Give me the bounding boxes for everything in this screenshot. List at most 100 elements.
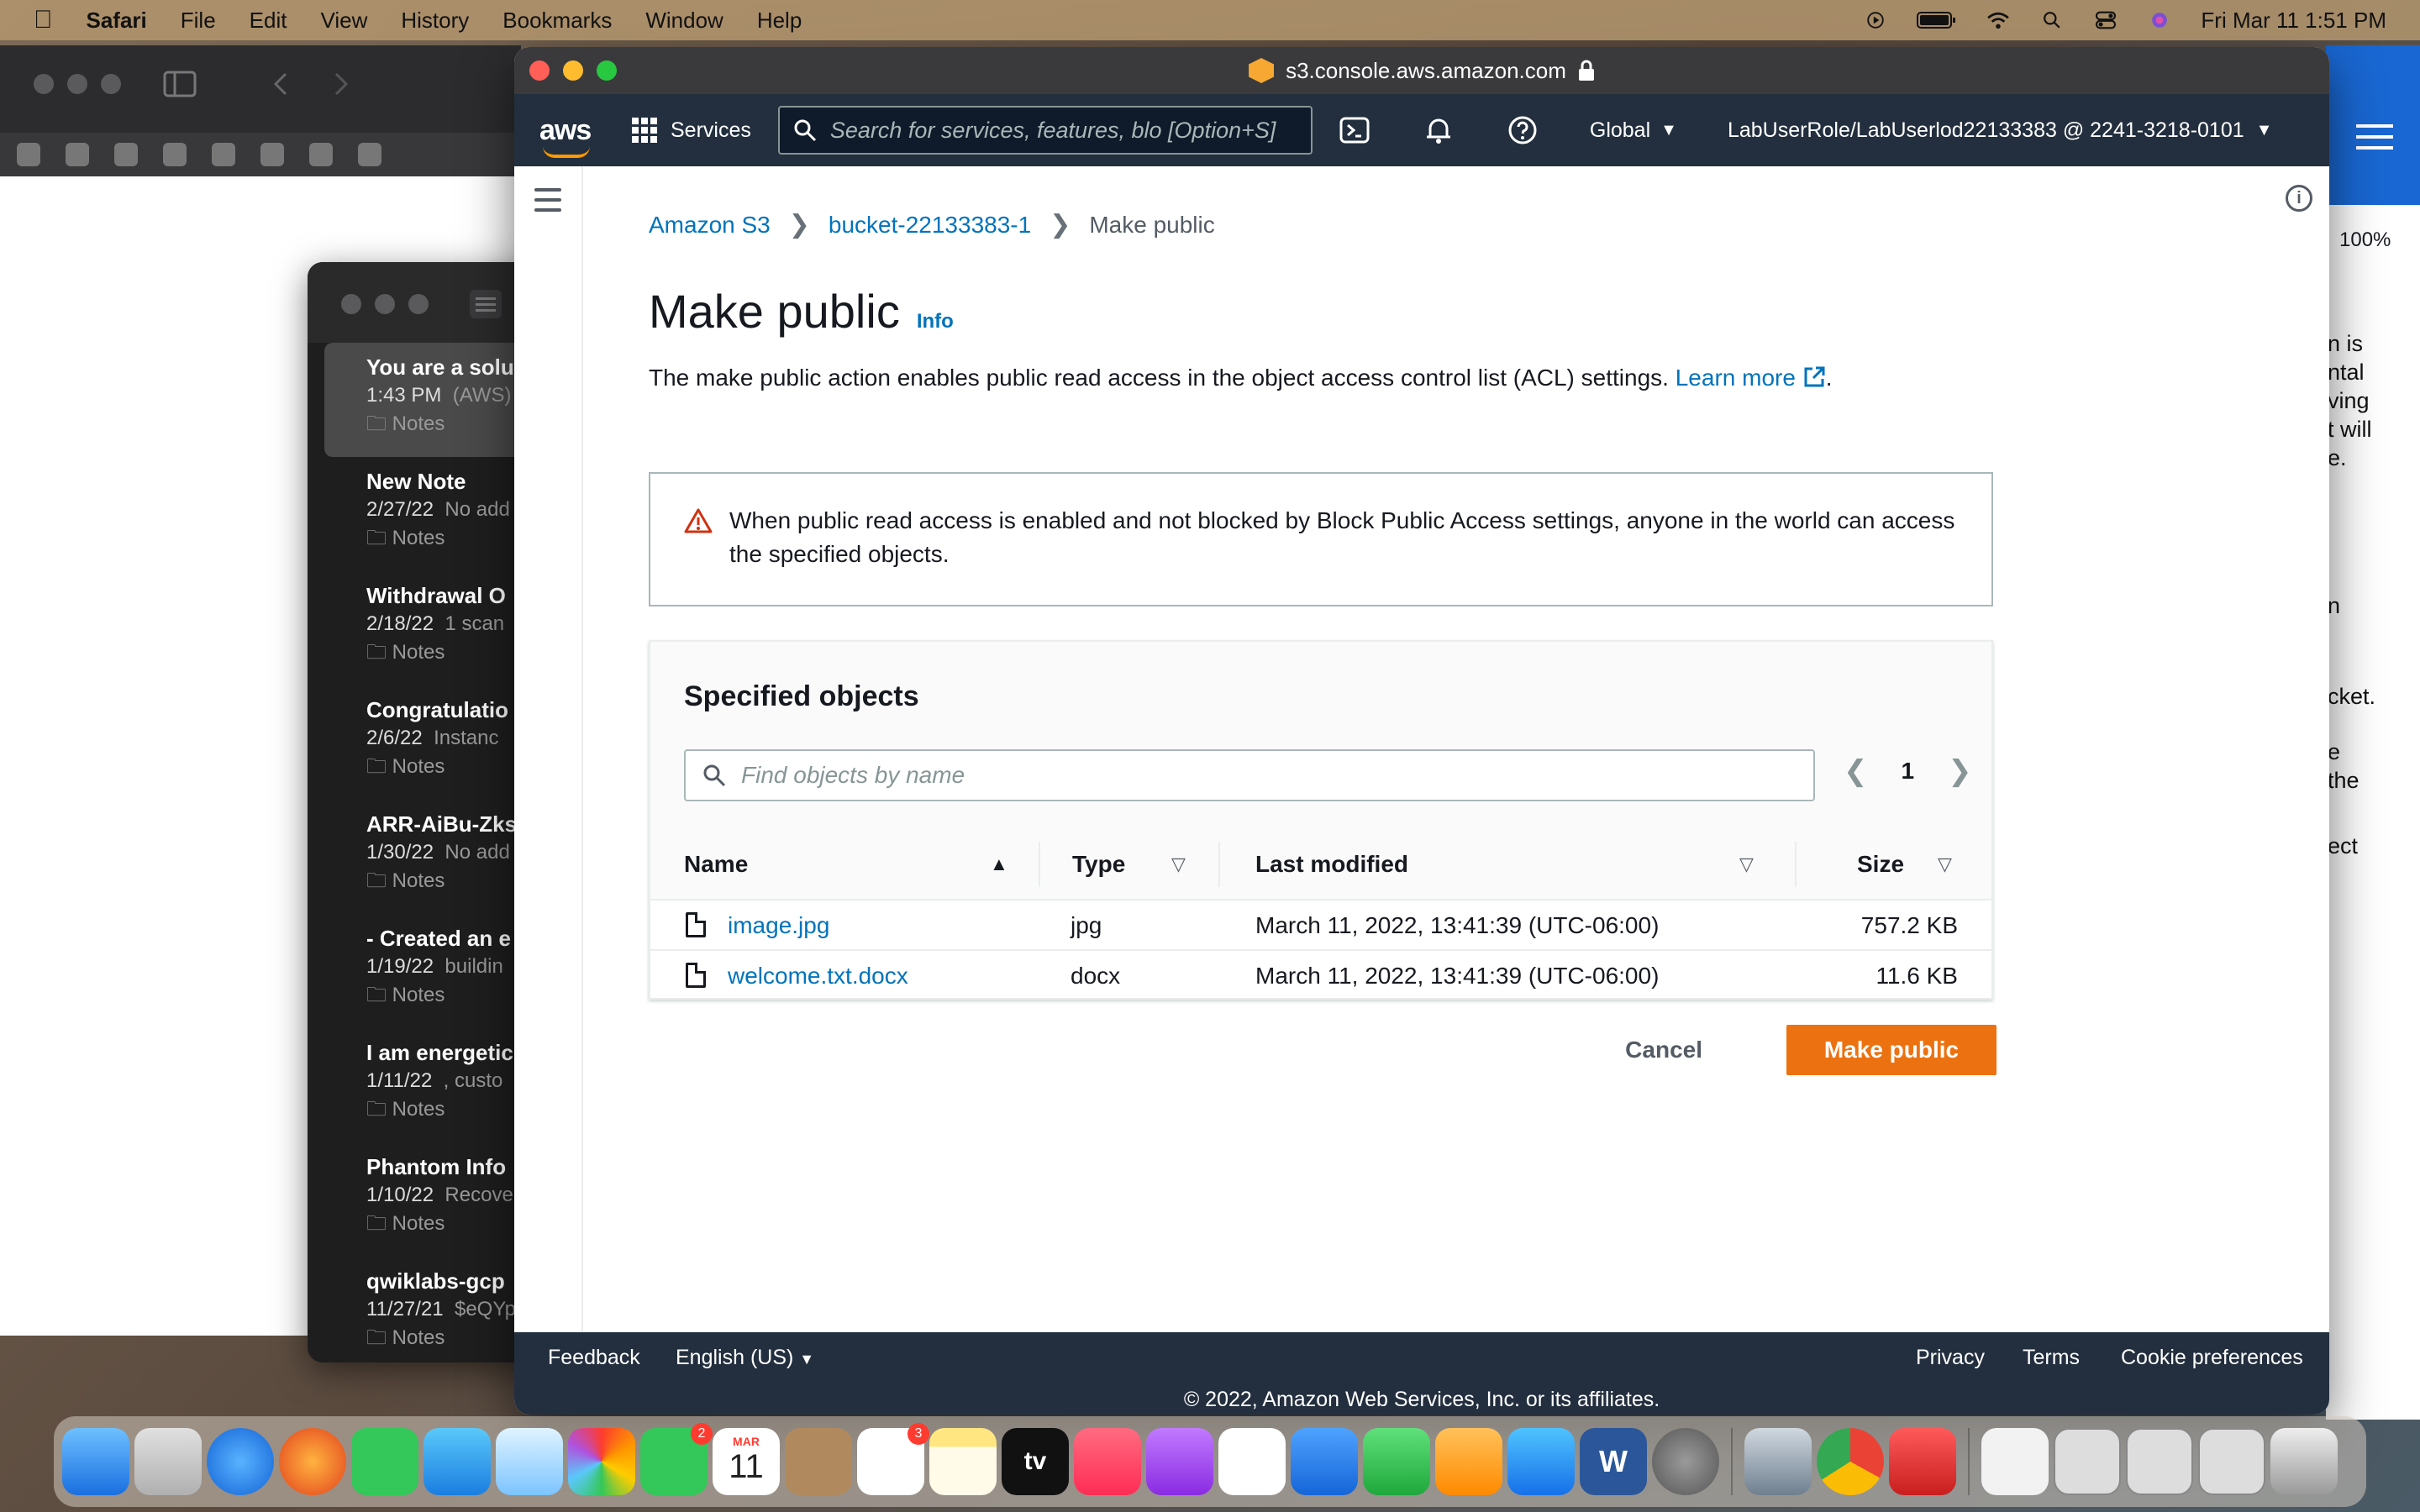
list-view-icon[interactable] [469, 289, 502, 319]
info-panel-icon[interactable]: i [2286, 185, 2312, 212]
column-divider[interactable] [1795, 842, 1797, 887]
bookmark-icon[interactable] [212, 143, 235, 166]
app-store-icon[interactable] [1507, 1428, 1575, 1495]
menu-file[interactable]: File [181, 8, 216, 34]
previous-page-icon[interactable]: ❮ [1844, 754, 1868, 788]
table-row[interactable]: image.jpg jpg March 11, 2022, 13:41:39 (… [650, 900, 1991, 951]
cloudshell-icon[interactable] [1338, 113, 1371, 147]
breadcrumb-amazon-s3[interactable]: Amazon S3 [649, 212, 771, 239]
aws-search-input[interactable]: Search for services, features, blo [Opti… [777, 106, 1313, 155]
bookmark-icon[interactable] [309, 143, 333, 166]
menu-bookmarks[interactable]: Bookmarks [502, 8, 612, 34]
bookmark-icon[interactable] [358, 143, 381, 166]
launchpad-icon[interactable] [134, 1428, 202, 1495]
close-icon[interactable] [341, 294, 361, 314]
cookie-preferences-link[interactable]: Cookie preferences [2121, 1346, 2303, 1370]
window-thumbnail-icon[interactable] [2054, 1428, 2121, 1495]
address-bar[interactable]: s3.console.aws.amazon.com [1249, 58, 1595, 84]
finder-icon[interactable] [62, 1428, 129, 1495]
help-icon[interactable] [1506, 113, 1539, 147]
column-divider[interactable] [1218, 842, 1220, 887]
pages-icon[interactable] [1435, 1428, 1502, 1495]
mail-icon[interactable] [424, 1428, 491, 1495]
safari-icon[interactable] [207, 1428, 274, 1495]
sort-icon[interactable]: ▽ [1938, 853, 1952, 875]
column-divider[interactable] [1039, 842, 1040, 887]
menu-edit[interactable]: Edit [250, 8, 287, 34]
info-link[interactable]: Info [917, 310, 954, 333]
document-thumbnail-icon[interactable] [1981, 1428, 2049, 1495]
calendar-icon[interactable]: MAR 11 [713, 1428, 780, 1495]
trash-icon[interactable] [2270, 1428, 2338, 1495]
zoom-icon[interactable] [101, 74, 121, 94]
zoom-icon[interactable] [408, 294, 429, 314]
cancel-button[interactable]: Cancel [1600, 1025, 1728, 1075]
close-icon[interactable] [34, 74, 54, 94]
notifications-bell-icon[interactable] [1422, 113, 1455, 147]
maps-icon[interactable] [496, 1428, 563, 1495]
aws-logo[interactable]: aws [539, 114, 598, 158]
siri-icon[interactable] [2147, 11, 2172, 29]
column-header-last-modified[interactable]: Last modified [1255, 851, 1408, 878]
menu-app-name[interactable]: Safari [87, 8, 147, 34]
news-icon[interactable] [1218, 1428, 1286, 1495]
column-header-size[interactable]: Size [1857, 851, 1904, 878]
region-selector[interactable]: Global ▼ [1590, 118, 1677, 143]
notes-app-icon[interactable] [929, 1428, 997, 1495]
reminders-icon[interactable]: 3 [857, 1423, 929, 1495]
learn-more-link[interactable]: Learn more [1676, 365, 1826, 391]
bookmark-icon[interactable] [17, 143, 40, 166]
music-icon[interactable] [1074, 1428, 1141, 1495]
preview-icon[interactable] [1744, 1428, 1812, 1495]
messages-icon[interactable] [351, 1428, 418, 1495]
breadcrumb-bucket[interactable]: bucket-22133383-1 [829, 212, 1031, 239]
column-header-name[interactable]: Name [684, 851, 748, 878]
menu-view[interactable]: View [320, 8, 367, 34]
menu-history[interactable]: History [401, 8, 469, 34]
bookmark-icon[interactable] [163, 143, 187, 166]
window-thumbnail-icon[interactable] [2198, 1428, 2265, 1495]
sort-icon[interactable]: ▽ [1171, 853, 1186, 875]
word-icon[interactable]: W [1580, 1428, 1647, 1495]
apple-icon[interactable]:  [34, 6, 53, 34]
chrome-icon[interactable] [1817, 1428, 1884, 1495]
make-public-button[interactable]: Make public [1786, 1025, 1996, 1075]
bookmark-icon[interactable] [260, 143, 284, 166]
play-circle-icon[interactable] [1863, 11, 1888, 29]
zoom-icon[interactable] [597, 60, 617, 81]
terms-link[interactable]: Terms [2023, 1346, 2080, 1370]
find-objects-input[interactable]: Find objects by name [684, 749, 1815, 801]
minimize-icon[interactable] [375, 294, 395, 314]
bookmark-icon[interactable] [114, 143, 138, 166]
numbers-icon[interactable] [1363, 1428, 1430, 1495]
facetime-icon[interactable]: 2 [640, 1423, 713, 1495]
menu-clock[interactable]: Fri Mar 11 1:51 PM [2201, 8, 2386, 34]
back-arrow-icon[interactable] [271, 71, 291, 97]
sidebar-toggle-icon[interactable] [163, 71, 197, 97]
system-preferences-icon[interactable] [1652, 1428, 1719, 1495]
control-center-icon[interactable] [2093, 11, 2118, 29]
spotlight-search-icon[interactable] [2039, 11, 2065, 29]
minimize-icon[interactable] [563, 60, 583, 81]
privacy-link[interactable]: Privacy [1916, 1346, 1985, 1370]
podcasts-icon[interactable] [1146, 1428, 1213, 1495]
language-selector[interactable]: English (US) ▼ [676, 1346, 814, 1370]
navigation-menu-icon[interactable] [534, 188, 561, 218]
photos-icon[interactable] [568, 1428, 635, 1495]
sort-icon[interactable]: ▽ [1739, 853, 1754, 875]
wifi-icon[interactable] [1986, 11, 2011, 29]
feedback-link[interactable]: Feedback [548, 1346, 640, 1370]
close-icon[interactable] [529, 60, 550, 81]
services-menu[interactable]: Services [632, 118, 751, 143]
apple-tv-icon[interactable]: tv [1002, 1428, 1069, 1495]
contacts-icon[interactable] [785, 1428, 852, 1495]
firefox-icon[interactable] [279, 1428, 346, 1495]
cube-app-icon[interactable] [1889, 1428, 1956, 1495]
sort-ascending-icon[interactable]: ▲ [990, 853, 1008, 875]
menu-icon[interactable] [2356, 124, 2393, 150]
current-page[interactable]: 1 [1902, 758, 1915, 785]
next-page-icon[interactable]: ❯ [1948, 754, 1972, 788]
object-name-link[interactable]: image.jpg [728, 912, 829, 938]
battery-icon[interactable] [1917, 11, 1957, 29]
keynote-icon[interactable] [1291, 1428, 1358, 1495]
